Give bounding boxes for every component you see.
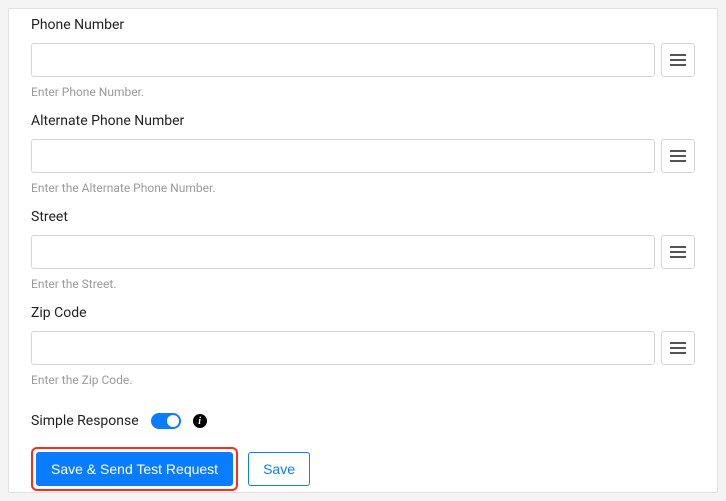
- simple-response-toggle[interactable]: [151, 413, 181, 429]
- field-alternate-phone-number: Alternate Phone Number Enter the Alterna…: [31, 113, 695, 195]
- helper-text: Enter the Zip Code.: [31, 373, 695, 387]
- field-zip-code: Zip Code Enter the Zip Code.: [31, 305, 695, 387]
- street-input[interactable]: [31, 235, 655, 269]
- field-street: Street Enter the Street.: [31, 209, 695, 291]
- menu-icon: [669, 341, 687, 355]
- field-label: Phone Number: [31, 17, 695, 33]
- button-row: Save & Send Test Request Save: [31, 447, 695, 491]
- info-icon[interactable]: i: [193, 414, 207, 428]
- field-selector-button[interactable]: [661, 139, 695, 173]
- field-selector-button[interactable]: [661, 235, 695, 269]
- helper-text: Enter the Street.: [31, 277, 695, 291]
- zip-code-input[interactable]: [31, 331, 655, 365]
- field-label: Street: [31, 209, 695, 225]
- alternate-phone-number-input[interactable]: [31, 139, 655, 173]
- field-selector-button[interactable]: [661, 331, 695, 365]
- input-row: [31, 43, 695, 77]
- save-button[interactable]: Save: [248, 452, 310, 486]
- menu-icon: [669, 245, 687, 259]
- simple-response-label: Simple Response: [31, 413, 139, 429]
- helper-text: Enter the Alternate Phone Number.: [31, 181, 695, 195]
- form-panel: Phone Number Enter Phone Number. Alterna…: [8, 8, 718, 493]
- field-selector-button[interactable]: [661, 43, 695, 77]
- helper-text: Enter Phone Number.: [31, 85, 695, 99]
- field-label: Zip Code: [31, 305, 695, 321]
- input-row: [31, 235, 695, 269]
- menu-icon: [669, 149, 687, 163]
- input-row: [31, 139, 695, 173]
- highlight-annotation: Save & Send Test Request: [31, 447, 238, 491]
- toggle-knob: [167, 415, 179, 427]
- field-label: Alternate Phone Number: [31, 113, 695, 129]
- field-phone-number: Phone Number Enter Phone Number.: [31, 17, 695, 99]
- save-send-test-request-button[interactable]: Save & Send Test Request: [36, 452, 233, 486]
- input-row: [31, 331, 695, 365]
- phone-number-input[interactable]: [31, 43, 655, 77]
- simple-response-row: Simple Response i: [31, 413, 695, 429]
- menu-icon: [669, 53, 687, 67]
